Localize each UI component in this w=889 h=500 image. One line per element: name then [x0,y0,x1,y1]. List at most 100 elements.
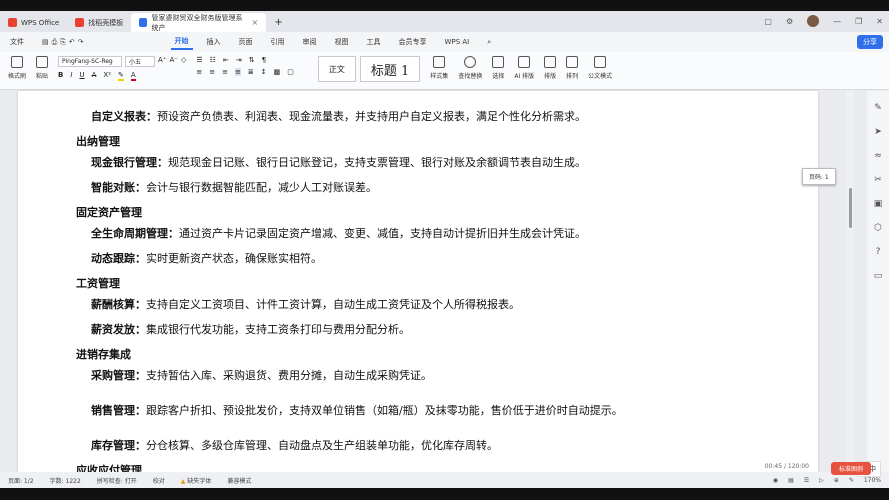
align-left-icon[interactable]: ≡ [196,68,202,76]
overlay-button[interactable]: 标准图例 [830,462,871,475]
find-replace-button[interactable]: 查找替换 [458,56,482,80]
align-center-icon[interactable]: ≡ [209,68,215,76]
pen-icon[interactable]: ✎ [874,103,882,113]
strikethrough-icon[interactable]: A [92,71,97,81]
term: 薪酬核算： [91,298,146,311]
help-icon[interactable]: ? [876,247,881,257]
menu-page[interactable]: 页面 [235,35,257,49]
select-button[interactable]: 选择 [492,56,504,80]
play-icon[interactable]: ▷ [819,477,824,484]
outline-icon[interactable]: ☰ [804,477,809,484]
italic-icon[interactable]: I [70,71,72,81]
font-name-select[interactable]: PingFang-SC-Reg [58,56,123,67]
eye-icon[interactable]: ◉ [773,477,778,484]
new-tab-button[interactable]: + [266,13,290,32]
format-brush-label: 格式刷 [8,73,27,80]
image-icon[interactable]: ▣ [874,199,883,209]
vertical-scrollbar[interactable] [846,91,854,472]
doc-mode-button[interactable]: 公文模式 [588,56,612,80]
font-size-select[interactable]: 小五 [125,56,156,67]
layout-button[interactable]: 排版 [544,56,556,80]
style-set-label: 样式集 [430,73,449,80]
edit-icon[interactable]: ✎ [849,477,854,484]
settings-icon[interactable]: ⚙ [786,17,793,26]
sort-icon[interactable]: ⇅ [249,56,255,64]
font-size-up-icon[interactable]: A⁺ [158,56,166,67]
zoom-level[interactable]: 170% [864,477,881,484]
proofread[interactable]: 校对 [153,476,165,485]
menu-home[interactable]: 开始 [170,34,193,50]
tab-document[interactable]: 管家婆财贸双全财务版管理系统产 × [131,13,267,32]
indent-increase-icon[interactable]: ⇥ [236,56,242,64]
restore-icon[interactable]: ❐ [855,17,862,26]
avatar[interactable] [807,15,820,27]
spell-check[interactable]: 拼写检查: 打开 [97,476,137,485]
missing-font[interactable]: ▲ 缺失字体 [181,476,212,485]
menu-file[interactable]: 文件 [6,35,28,49]
tab-template[interactable]: 找稻壳模板 [67,13,131,32]
border-icon[interactable]: ▢ [287,68,294,76]
align-right-icon[interactable]: ≡ [222,68,228,76]
paste-icon [36,56,49,68]
show-marks-icon[interactable]: ¶ [262,56,266,64]
bullet-list-icon[interactable]: ☰ [196,56,202,64]
minimize-icon[interactable]: — [833,17,841,26]
indent-decrease-icon[interactable]: ⇤ [223,56,229,64]
menu-member[interactable]: 会员专享 [395,35,431,49]
web-icon[interactable]: ⊕ [834,477,839,484]
style-heading-1[interactable]: 标题 1 [359,56,421,82]
line-spacing-icon[interactable]: ↕ [261,68,267,76]
font-color-icon[interactable]: A [130,71,136,81]
search-icon [464,56,477,68]
menu-wps-ai[interactable]: WPS AI [441,36,474,48]
justify-icon[interactable]: ≡ [235,68,241,76]
adjust-icon[interactable]: ≈ [874,151,882,161]
layout-icon[interactable]: ▢ [764,17,772,26]
menu-view[interactable]: 视图 [331,35,353,49]
text: 分仓核算、多级仓库管理、自动盘点及生产组装单功能，优化库存周转。 [146,439,498,452]
search-icon[interactable]: ⌕ [483,36,495,49]
tab-wps-office[interactable]: WPS Office [0,13,67,32]
highlight-icon[interactable]: ✎ [117,71,124,81]
scrollbar-thumb[interactable] [849,188,852,228]
word-count[interactable]: 字数: 1222 [50,476,81,485]
tab-label: WPS Office [21,18,60,27]
template-icon [75,18,85,27]
superscript-icon[interactable]: X² [103,71,111,81]
menu-review[interactable]: 审阅 [299,35,321,49]
underline-icon[interactable]: U [79,71,84,81]
document-page[interactable]: 自定义报表：预设资产负债表、利润表、现金流量表，并支持用户自定义报表，满足个性化… [18,91,818,472]
format-brush-button[interactable]: 格式刷 [8,56,26,80]
arrange-icon [566,56,579,68]
cube-icon[interactable]: ⬡ [874,223,882,233]
shading-icon[interactable]: ▩ [274,68,281,76]
page-view-icon[interactable]: ▤ [788,477,794,484]
share-side-icon[interactable]: ▭ [874,271,883,281]
share-button[interactable]: 分享 [857,35,883,49]
menu-reference[interactable]: 引用 [267,35,289,49]
numbered-list-icon[interactable]: ☷ [210,56,216,64]
ai-layout-button[interactable]: AI 排版 [514,56,534,80]
close-icon[interactable]: × [252,18,259,27]
paragraph-purchase: 采购管理：支持暂估入库、采购退货、费用分摊，自动生成采购凭证。 [91,367,432,383]
tab-bar: WPS Office 找稻壳模板 管家婆财贸双全财务版管理系统产 × + [0,11,889,32]
style-normal[interactable]: 正文 [317,56,356,82]
bold-icon[interactable]: B [58,71,63,81]
page-count[interactable]: 页面: 1/2 [8,476,34,485]
style-set-button[interactable]: 样式集 [430,56,448,80]
ribbon-toolbar: 格式刷 粘贴 PingFang-SC-Reg 小五 A⁺ A⁻ ◇ B I U … [0,52,889,90]
bottom-black-strip [0,488,889,500]
tools-icon[interactable]: ✂ [874,175,882,185]
distribute-icon[interactable]: ≣ [248,68,254,76]
layout-icon [544,56,557,68]
page-tooltip: 页码: 1 [802,168,836,185]
menu-tools[interactable]: 工具 [363,35,385,49]
quick-access-icons[interactable]: ▤⎙⎘↶↷ [38,36,91,49]
menu-insert[interactable]: 插入 [203,35,225,49]
clear-format-icon[interactable]: ◇ [181,56,186,67]
pointer-icon[interactable]: ➤ [874,127,882,137]
font-size-down-icon[interactable]: A⁻ [170,56,178,67]
close-window-icon[interactable]: ✕ [876,17,883,26]
arrange-button[interactable]: 排列 [566,56,578,80]
paste-button[interactable]: 粘贴 [36,56,48,80]
